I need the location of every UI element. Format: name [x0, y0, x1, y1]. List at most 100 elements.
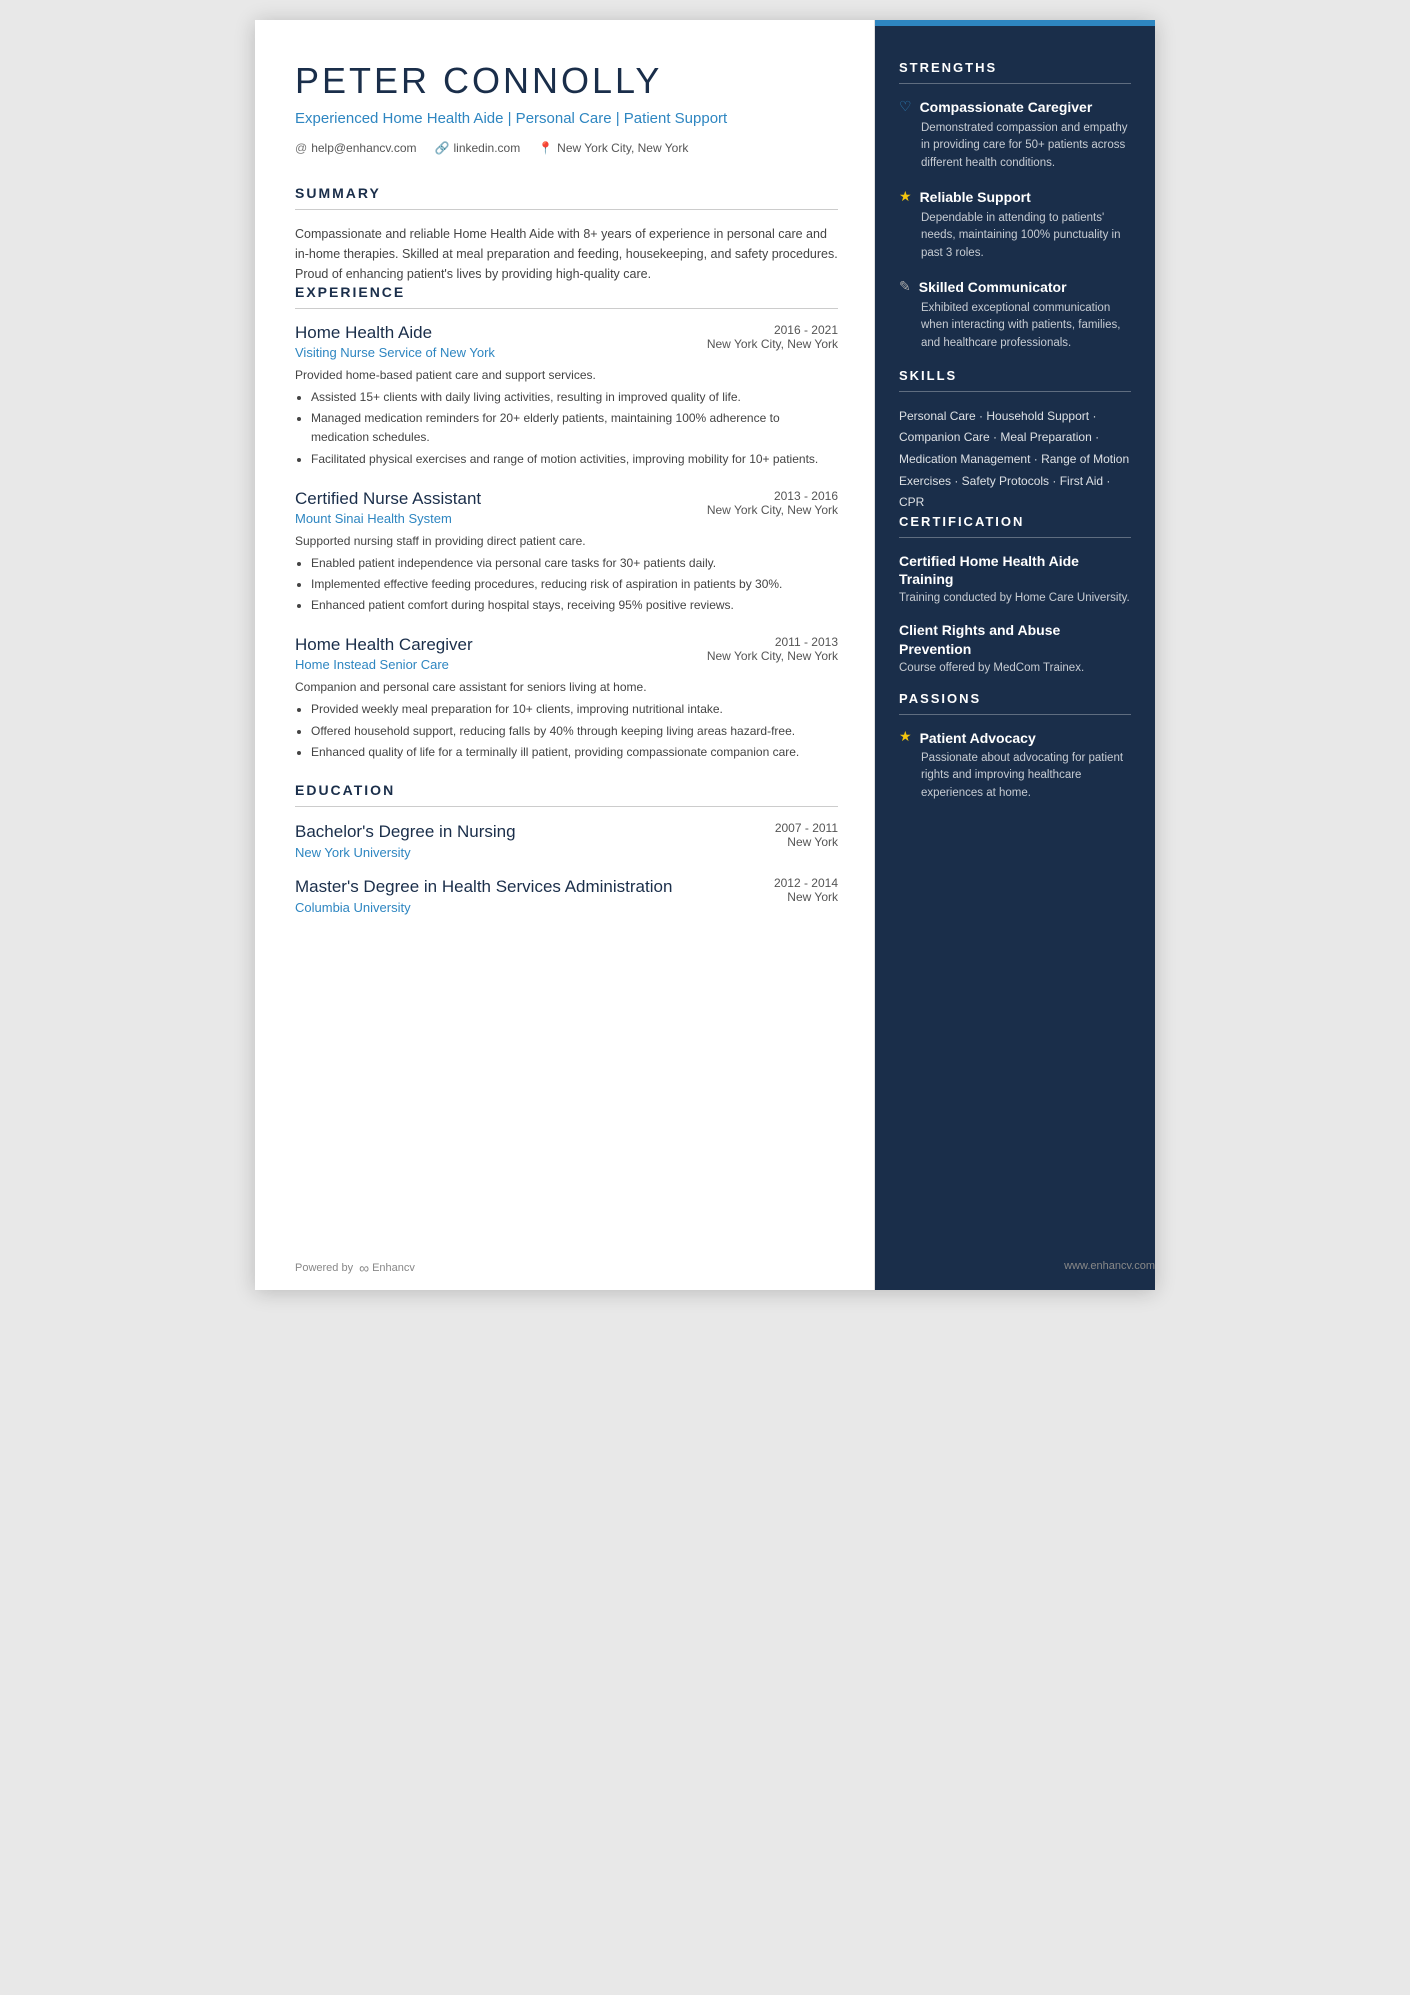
bullet-1-1: Assisted 15+ clients with daily living a…: [311, 388, 838, 407]
passion-item-1: ★ Patient Advocacy Passionate about advo…: [899, 729, 1131, 802]
linkedin-icon: 🔗: [435, 141, 450, 155]
summary-title: SUMMARY: [295, 185, 838, 201]
strength-title-3: Skilled Communicator: [919, 278, 1067, 296]
certification-title: CERTIFICATION: [899, 514, 1131, 529]
edu-dates-block-1: 2007 - 2011 New York: [765, 821, 838, 849]
candidate-subtitle: Experienced Home Health Aide | Personal …: [295, 108, 838, 129]
exp-desc-2: Supported nursing staff in providing dir…: [295, 532, 838, 550]
email-icon: @: [295, 141, 307, 155]
resume-page: PETER CONNOLLY Experienced Home Health A…: [255, 20, 1155, 1290]
exp-company-1: Visiting Nurse Service of New York: [295, 345, 495, 360]
exp-company-2: Mount Sinai Health System: [295, 511, 481, 526]
strength-item-1: ♡ Compassionate Caregiver Demonstrated c…: [899, 98, 1131, 172]
linkedin-contact: 🔗 linkedin.com: [435, 141, 521, 155]
strengths-section: STRENGTHS ♡ Compassionate Caregiver Demo…: [899, 60, 1131, 352]
exp-dates-block-2: 2013 - 2016 New York City, New York: [707, 489, 838, 517]
exp-bullets-2: Enabled patient independence via persona…: [311, 554, 838, 616]
bullet-3-2: Offered household support, reducing fall…: [311, 722, 838, 741]
edu-entry-1: Bachelor's Degree in Nursing New York Un…: [295, 821, 838, 860]
contact-bar: @ help@enhancv.com 🔗 linkedin.com 📍 New …: [295, 141, 838, 155]
email-contact: @ help@enhancv.com: [295, 141, 417, 155]
strength-item-2: ★ Reliable Support Dependable in attendi…: [899, 188, 1131, 262]
enhancv-logo: ∞ Enhancv: [359, 1260, 415, 1276]
logo-icon: ∞: [359, 1260, 369, 1276]
cert-item-2: Client Rights and Abuse Prevention Cours…: [899, 621, 1131, 677]
cert-item-1: Certified Home Health Aide Training Trai…: [899, 552, 1131, 608]
cert-title-2: Client Rights and Abuse Prevention: [899, 621, 1131, 657]
edu-entry-2: Master's Degree in Health Services Admin…: [295, 876, 838, 915]
bullet-1-3: Facilitated physical exercises and range…: [311, 450, 838, 469]
exp-dates-2: 2013 - 2016: [717, 489, 838, 503]
exp-location-2: New York City, New York: [707, 503, 838, 517]
location-contact: 📍 New York City, New York: [538, 141, 688, 155]
exp-dates-block-1: 2016 - 2021 New York City, New York: [707, 323, 838, 351]
skills-title: SKILLS: [899, 368, 1131, 383]
education-section: EDUCATION Bachelor's Degree in Nursing N…: [295, 782, 838, 915]
footer-website: www.enhancv.com: [1064, 1260, 1155, 1276]
strength-desc-2: Dependable in attending to patients' nee…: [921, 210, 1131, 262]
strength-title-2: Reliable Support: [920, 188, 1031, 206]
cert-desc-1: Training conducted by Home Care Universi…: [899, 590, 1131, 607]
edu-location-2: New York: [764, 890, 838, 904]
powered-by-label: Powered by: [295, 1262, 353, 1274]
strength-desc-1: Demonstrated compassion and empathy in p…: [921, 120, 1131, 172]
strength-title-1: Compassionate Caregiver: [920, 98, 1093, 116]
education-title: EDUCATION: [295, 782, 838, 798]
passion-title-1: Patient Advocacy: [920, 730, 1036, 746]
communicator-icon: ✎: [899, 279, 911, 296]
passions-section: PASSIONS ★ Patient Advocacy Passionate a…: [899, 691, 1131, 802]
exp-title-block-1: Home Health Aide Visiting Nurse Service …: [295, 323, 495, 360]
passions-title: PASSIONS: [899, 691, 1131, 706]
exp-dates-3: 2011 - 2013: [717, 635, 838, 649]
bullet-1-2: Managed medication reminders for 20+ eld…: [311, 409, 838, 447]
edu-location-1: New York: [765, 835, 838, 849]
exp-desc-3: Companion and personal care assistant fo…: [295, 678, 838, 696]
brand-name: Enhancv: [372, 1262, 415, 1274]
exp-job-title-2: Certified Nurse Assistant: [295, 489, 481, 509]
cert-title-1: Certified Home Health Aide Training: [899, 552, 1131, 588]
bullet-2-3: Enhanced patient comfort during hospital…: [311, 596, 838, 615]
skills-section: SKILLS Personal Care · Household Support…: [899, 368, 1131, 514]
footer: Powered by ∞ Enhancv www.enhancv.com: [295, 1260, 1155, 1276]
cert-desc-2: Course offered by MedCom Trainex.: [899, 660, 1131, 677]
footer-left: Powered by ∞ Enhancv: [295, 1260, 415, 1276]
edu-school-1: New York University: [295, 845, 516, 860]
bullet-2-1: Enabled patient independence via persona…: [311, 554, 838, 573]
summary-text: Compassionate and reliable Home Health A…: [295, 224, 838, 284]
bullet-3-3: Enhanced quality of life for a terminall…: [311, 743, 838, 762]
candidate-name: PETER CONNOLLY: [295, 60, 838, 102]
edu-dates-block-2: 2012 - 2014 New York: [764, 876, 838, 904]
location-icon: 📍: [538, 141, 553, 155]
exp-bullets-1: Assisted 15+ clients with daily living a…: [311, 388, 838, 469]
exp-location-1: New York City, New York: [707, 337, 838, 351]
exp-location-3: New York City, New York: [707, 649, 838, 663]
exp-job-title-1: Home Health Aide: [295, 323, 495, 343]
edu-degree-2: Master's Degree in Health Services Admin…: [295, 876, 672, 898]
location-text: New York City, New York: [557, 141, 688, 155]
email-text: help@enhancv.com: [311, 141, 416, 155]
exp-company-3: Home Instead Senior Care: [295, 657, 473, 672]
exp-desc-1: Provided home-based patient care and sup…: [295, 366, 838, 384]
patient-advocacy-icon: ★: [899, 729, 912, 746]
exp-title-block-3: Home Health Caregiver Home Instead Senio…: [295, 635, 473, 672]
certification-section: CERTIFICATION Certified Home Health Aide…: [899, 514, 1131, 677]
exp-dates-1: 2016 - 2021: [717, 323, 838, 337]
header: PETER CONNOLLY Experienced Home Health A…: [295, 60, 838, 155]
exp-title-block-2: Certified Nurse Assistant Mount Sinai He…: [295, 489, 481, 526]
main-content: PETER CONNOLLY Experienced Home Health A…: [255, 20, 875, 1290]
strengths-title: STRENGTHS: [899, 60, 1131, 75]
edu-dates-2: 2012 - 2014: [774, 876, 838, 890]
bullet-2-2: Implemented effective feeding procedures…: [311, 575, 838, 594]
experience-section: EXPERIENCE Home Health Aide Visiting Nur…: [295, 284, 838, 762]
edu-school-2: Columbia University: [295, 900, 672, 915]
compassionate-icon: ♡: [899, 99, 912, 116]
strength-item-3: ✎ Skilled Communicator Exhibited excepti…: [899, 278, 1131, 352]
linkedin-text: linkedin.com: [454, 141, 521, 155]
edu-degree-block-2: Master's Degree in Health Services Admin…: [295, 876, 672, 915]
edu-degree-block-1: Bachelor's Degree in Nursing New York Un…: [295, 821, 516, 860]
passion-desc-1: Passionate about advocating for patient …: [921, 750, 1131, 802]
exp-entry-2: Certified Nurse Assistant Mount Sinai He…: [295, 489, 838, 616]
exp-dates-block-3: 2011 - 2013 New York City, New York: [707, 635, 838, 663]
strength-desc-3: Exhibited exceptional communication when…: [921, 300, 1131, 352]
exp-entry-1: Home Health Aide Visiting Nurse Service …: [295, 323, 838, 469]
